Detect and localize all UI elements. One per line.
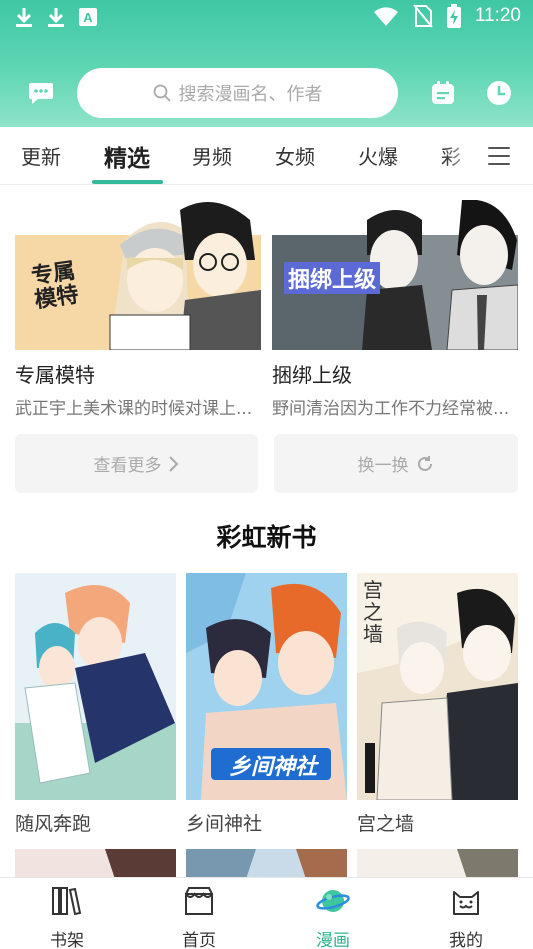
search-placeholder: 搜索漫画名、作者: [178, 84, 323, 105]
refresh-label: 换一换: [357, 456, 409, 476]
search-icon: [153, 84, 171, 102]
featured-desc: 武正宇上美术课的时候对课上...: [15, 399, 253, 419]
featured-desc: 野间清治因为工作不力经常被...: [272, 399, 510, 419]
battery-charging-icon: [446, 4, 461, 28]
featured-title: 捆绑上级: [272, 363, 352, 387]
refresh-icon: [417, 455, 432, 471]
shop-icon: [185, 887, 213, 915]
book-cover: 乡间神社: [186, 573, 347, 800]
featured-title: 专属模特: [15, 363, 95, 387]
menu-icon[interactable]: [488, 147, 510, 165]
book-card[interactable]: 乡间神社 乡间神社: [186, 573, 347, 836]
category-tabs: 更新 精选 男频 女频 火爆 彩: [0, 127, 533, 185]
bookshelf-icon: [52, 887, 82, 916]
nav-mine[interactable]: 我的: [426, 884, 506, 949]
download-icon: [16, 8, 32, 27]
cover-title-art: 专属模特: [29, 258, 81, 314]
search-input[interactable]: 搜索漫画名、作者: [77, 68, 398, 118]
tabs-fade: [445, 127, 475, 183]
calendar-icon[interactable]: [430, 80, 456, 106]
message-icon[interactable]: [28, 80, 54, 106]
cover-title-art: 乡间神社: [228, 755, 317, 780]
cover-title-art: 宫之墙: [363, 578, 383, 646]
download-icon: [48, 8, 64, 27]
planet-icon: [316, 890, 350, 912]
nav-comics-label: 漫画: [316, 931, 350, 949]
book-cover: 宫之墙: [357, 573, 518, 800]
view-more-button[interactable]: 查看更多: [15, 434, 258, 493]
view-more-label: 查看更多: [93, 456, 162, 476]
top-bar: 搜索漫画名、作者: [0, 68, 533, 118]
book-title: 乡间神社: [186, 813, 263, 835]
nav-mine-label: 我的: [449, 931, 483, 949]
cat-face-icon: [453, 891, 479, 915]
book-cover-partial[interactable]: [357, 849, 518, 879]
app-header: A 11:20 搜索漫画名、作者: [0, 0, 533, 127]
book-cover: [15, 573, 176, 800]
tab-featured[interactable]: 精选: [104, 139, 150, 173]
nav-bookshelf[interactable]: 书架: [27, 884, 107, 949]
book-cover-partial[interactable]: [186, 849, 347, 879]
history-clock-icon[interactable]: [486, 80, 512, 106]
book-card[interactable]: 随风奔跑: [15, 573, 176, 836]
bottom-navigation: 书架 首页 漫画 我的: [0, 877, 533, 949]
nav-comics[interactable]: 漫画: [293, 884, 373, 949]
cover-art: [457, 849, 518, 879]
featured-card[interactable]: 专属模特 专属模特 武正宇上美术课的时候对课上...: [15, 200, 261, 419]
cover-title-art: 捆绑上级: [284, 262, 381, 294]
app-notification-icon: A: [79, 8, 97, 26]
active-tab-indicator: [92, 180, 163, 184]
book-title: 随风奔跑: [15, 813, 92, 835]
featured-cover: 捆绑上级: [272, 200, 518, 350]
book-cover-partial[interactable]: [15, 849, 176, 879]
tab-hot[interactable]: 火爆: [358, 141, 398, 170]
tab-update[interactable]: 更新: [21, 141, 61, 170]
tab-female[interactable]: 女频: [275, 141, 315, 170]
clock: 11:20: [474, 5, 521, 26]
wifi-icon: [373, 7, 398, 26]
tab-male[interactable]: 男频: [192, 141, 232, 170]
refresh-button[interactable]: 换一换: [274, 434, 518, 493]
svg-text:A: A: [83, 10, 93, 25]
status-bar: A 11:20: [0, 0, 533, 38]
chevron-right-icon: [168, 455, 178, 472]
cover-art: [105, 849, 176, 879]
nav-bookshelf-label: 书架: [50, 931, 84, 949]
cover-art: [15, 573, 176, 800]
section-title: 彩虹新书: [216, 523, 317, 552]
book-title: 宫之墙: [357, 813, 415, 835]
featured-card[interactable]: 捆绑上级 捆绑上级 野间清治因为工作不力经常被...: [272, 200, 518, 419]
nav-home[interactable]: 首页: [159, 884, 239, 949]
no-sim-icon: [413, 4, 433, 28]
nav-home-label: 首页: [182, 931, 216, 949]
book-card[interactable]: 宫之墙 宫之墙: [357, 573, 518, 836]
cover-art: [186, 849, 347, 879]
featured-cover: 专属模特: [15, 200, 261, 350]
